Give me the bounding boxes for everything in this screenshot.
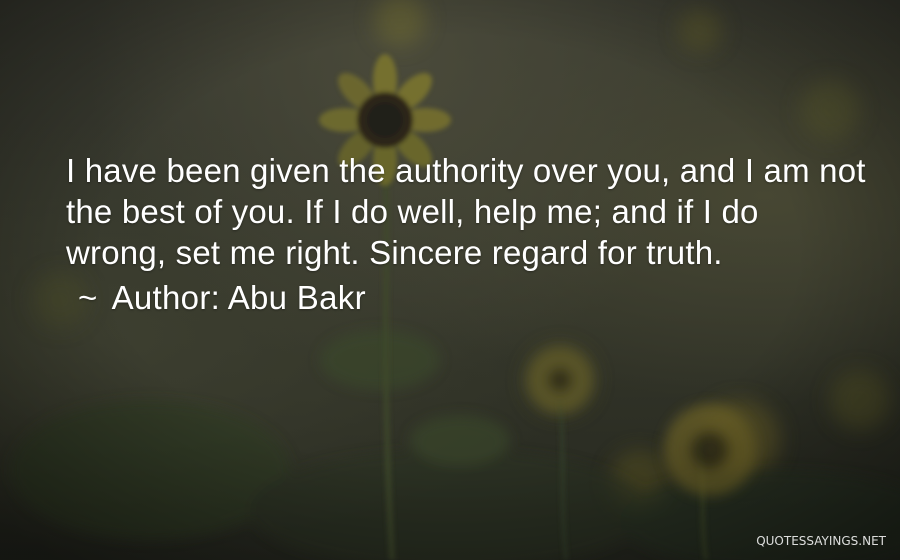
quote-text: I have been given the authority over you… xyxy=(66,152,866,271)
author-tilde: ~ xyxy=(78,279,98,316)
site-watermark: QUOTESSAYINGS.NET xyxy=(756,534,886,548)
author-label: Author: Abu Bakr xyxy=(111,279,366,316)
quote-card: I have been given the authority over you… xyxy=(0,0,900,560)
quote-block: I have been given the authority over you… xyxy=(66,150,866,318)
author-line: ~ Author: Abu Bakr xyxy=(78,277,866,318)
